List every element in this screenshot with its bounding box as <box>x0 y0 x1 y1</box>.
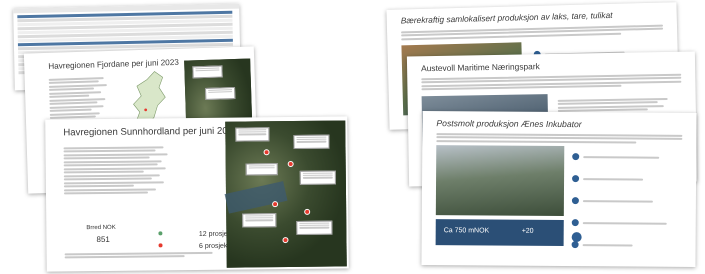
aenes-logo <box>571 232 582 243</box>
stat-value-1: Brred NOK <box>86 224 116 232</box>
aenes-page: Postsmolt produksjon Ænes Inkubator Ca 7… <box>421 111 697 267</box>
samlokalisert-title: Bærekraftig samlokalisert produksjon av … <box>400 9 613 26</box>
aenes-stat-2: +20 <box>521 227 534 235</box>
sunnhordland-page: Havregionen Sunnhordland per juni 2023 B… <box>45 116 349 272</box>
austevoll-title: Austevoll Maritime Næringspark <box>421 61 540 74</box>
sunnhordland-title: Havregionen Sunnhordland per juni 2023 <box>63 125 239 139</box>
aenes-stat-1: Ca 750 mNOK <box>443 227 490 235</box>
stat-value-2: 851 <box>96 234 110 245</box>
aenes-photo <box>435 145 565 217</box>
aenes-title: Postsmolt produksjon Ænes Inkubator <box>436 118 582 130</box>
